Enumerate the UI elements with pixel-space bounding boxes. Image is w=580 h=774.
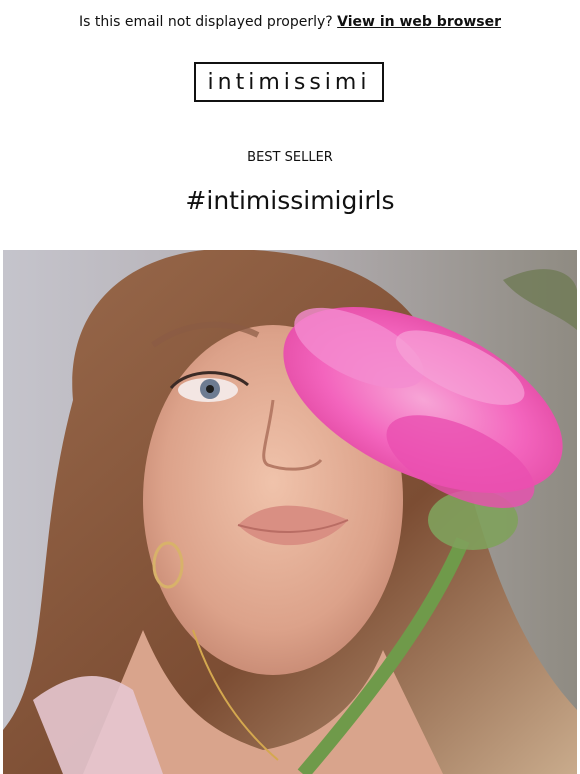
section-kicker: BEST SELLER — [247, 150, 333, 165]
brand-logo-text: intimissimi — [207, 69, 371, 95]
section-headline: #intimissimigirls — [185, 186, 395, 215]
email-container: Is this email not displayed properly? Vi… — [3, 0, 577, 774]
view-in-browser-link[interactable]: View in web browser — [337, 14, 501, 30]
preheader: Is this email not displayed properly? Vi… — [3, 14, 577, 30]
brand-logo[interactable]: intimissimi — [194, 62, 384, 102]
preheader-text: Is this email not displayed properly? — [78, 14, 333, 30]
hero-image[interactable] — [3, 250, 577, 774]
hero-photo-illustration — [3, 250, 577, 774]
